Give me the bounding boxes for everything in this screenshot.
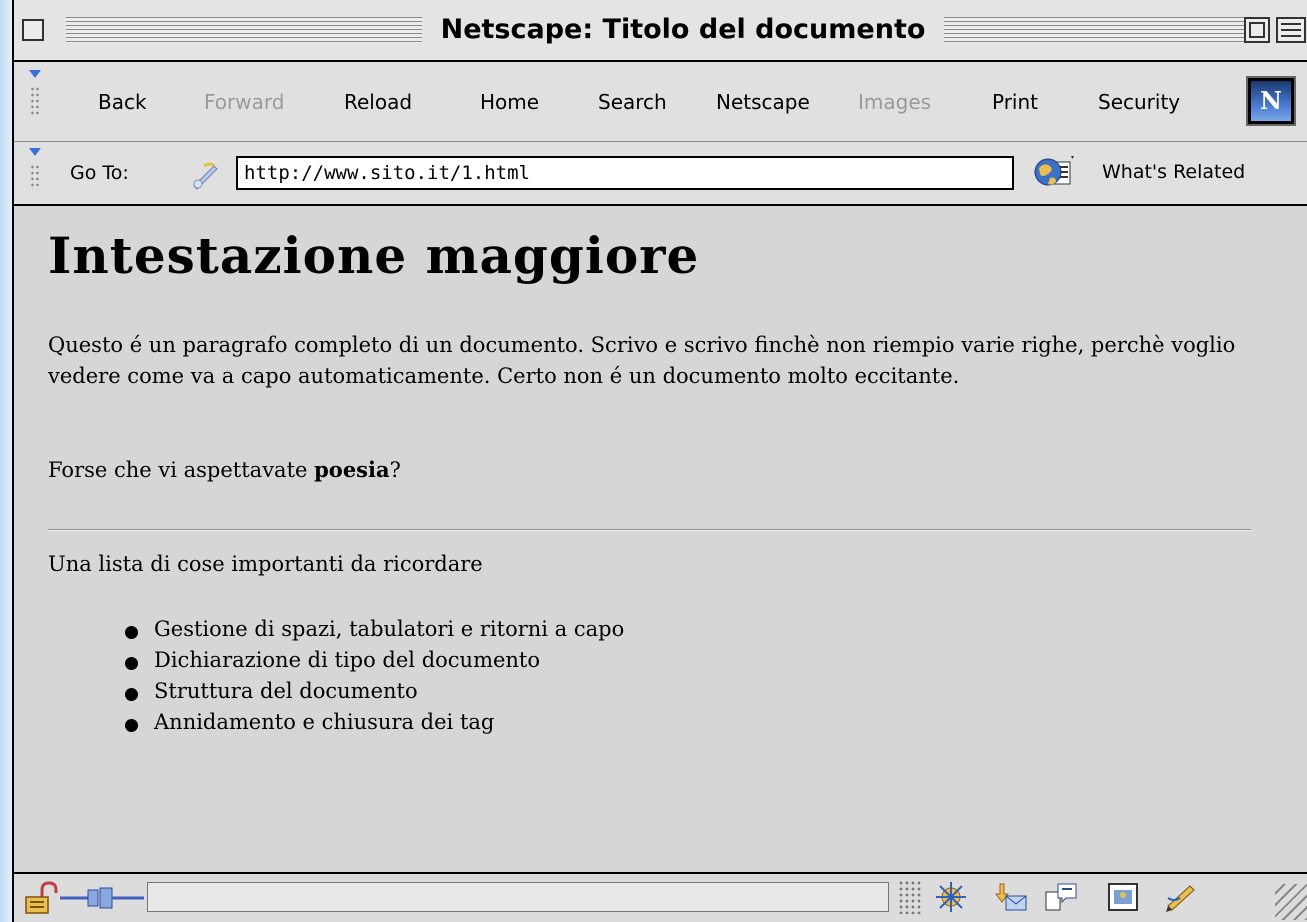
back-button[interactable]: Back [98,90,147,114]
grip-dots-icon [30,86,40,116]
composer-icon[interactable] [1044,880,1078,914]
toolbar-collapse-grip[interactable] [26,70,46,116]
question-bold-word: poesia [314,457,390,482]
mail-icon[interactable] [994,880,1028,914]
whats-related-button[interactable]: What's Related [1102,161,1245,183]
security-button[interactable]: Security [1098,90,1180,114]
question-suffix: ? [389,458,401,482]
netscape-throbber-logo[interactable]: N [1246,76,1296,126]
disclosure-triangle-icon [29,148,41,156]
list-item: Gestione di spazi, tabulatori e ritorni … [122,614,624,645]
collapse-box-button[interactable] [1276,17,1306,43]
print-button[interactable]: Print [992,90,1038,114]
security-lock-icon[interactable] [22,880,58,916]
home-button[interactable]: Home [480,90,539,114]
status-bar [14,872,1307,922]
connection-plug-icon [60,887,144,909]
page-content: Intestazione maggiore Questo é un paragr… [14,206,1307,872]
desktop-background [0,0,12,922]
window-title: Netscape: Titolo del documento [422,14,944,46]
close-box-button[interactable] [22,19,44,41]
page-heading: Intestazione maggiore [48,226,700,285]
disclosure-triangle-icon [29,70,41,78]
list-item: Annidamento e chiusura dei tag [122,707,624,738]
browser-window: Netscape: Titolo del documento Back Forw… [12,0,1307,922]
goto-label: Go To: [70,162,129,184]
important-list: Gestione di spazi, tabulatori e ritorni … [122,614,624,738]
intro-paragraph: Questo é un paragrafo completo di un doc… [48,333,1236,388]
location-collapse-grip[interactable] [26,148,46,190]
question-prefix: Forse che vi aspettavate [48,458,315,482]
component-bar-icon[interactable] [898,880,922,914]
horizontal-rule [48,529,1251,531]
page-proxy-icon[interactable] [190,160,220,190]
title-bar[interactable]: Netscape: Titolo del documento [14,0,1307,62]
netscape-button[interactable]: Netscape [716,90,810,114]
list-item: Dichiarazione di tipo del documento [122,645,624,676]
list-item: Struttura del documento [122,676,624,707]
zoom-box-button[interactable] [1244,17,1270,43]
location-url-input[interactable] [236,156,1014,190]
title-bar-stripes-right [944,17,1244,43]
reload-button[interactable]: Reload [344,90,412,114]
title-bar-stripes-left [66,17,422,43]
resize-grip[interactable] [1275,884,1307,920]
netscape-logo-icon: N [1251,81,1291,121]
images-button[interactable]: Images [858,90,931,114]
whats-related-globe-icon[interactable] [1034,154,1074,192]
location-toolbar: Go To: What's Related [14,142,1307,206]
list-intro: Una lista di cose importanti da ricordar… [48,552,483,576]
address-book-icon[interactable] [1106,880,1140,914]
component-bar [894,878,1307,920]
grip-dots-icon [30,164,40,190]
navigator-icon[interactable] [934,880,968,914]
navigation-toolbar: Back Forward Reload Home Search Netscape… [14,62,1307,142]
search-button[interactable]: Search [598,90,667,114]
question-paragraph: Forse che vi aspettavate poesia? [48,454,401,486]
editor-icon[interactable] [1164,880,1198,914]
status-message [147,882,889,912]
forward-button[interactable]: Forward [204,90,284,114]
